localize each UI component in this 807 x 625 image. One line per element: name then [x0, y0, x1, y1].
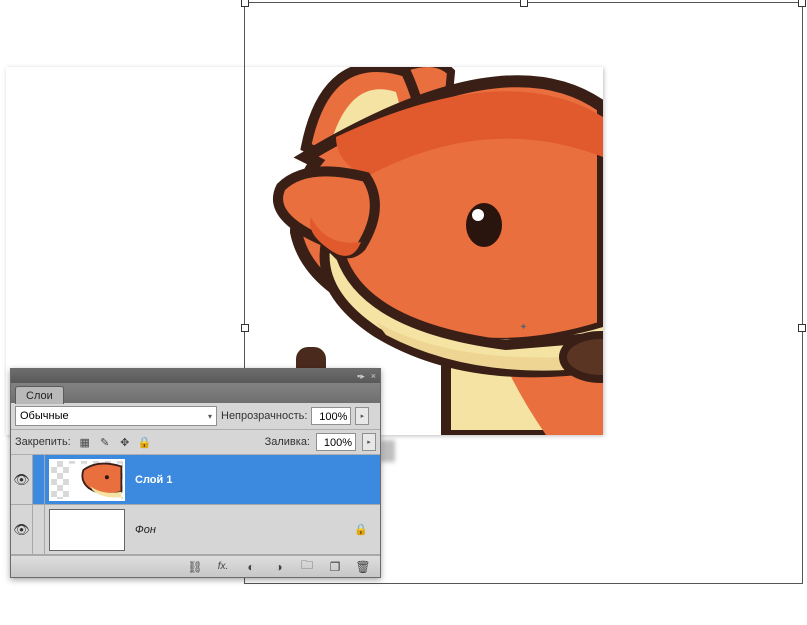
layer-row[interactable]: 👁 Слой 1	[11, 455, 380, 505]
layers-panel: ▪▸ × Слои Обычные ▾ Непрозрачность: ▸ За…	[10, 368, 381, 578]
layers-list: 👁 Слой 1 👁 Фон 🔒	[11, 455, 380, 555]
fill-stepper[interactable]: ▸	[362, 433, 376, 451]
blend-opacity-row: Обычные ▾ Непрозрачность: ▸	[11, 403, 380, 430]
transform-handle-top-right[interactable]	[798, 0, 806, 7]
dropdown-icon: ▾	[208, 412, 212, 421]
panel-menu-icon[interactable]: ▪▸	[357, 371, 365, 382]
panel-drop-shadow	[380, 440, 395, 462]
lock-fill-row: Закрепить: ▦ ✎ ✥ 🔒 Заливка: ▸	[11, 430, 380, 455]
panel-footer: ⛓ fx. ◐ ◑ 🗀 ❐ 🗑	[11, 555, 380, 577]
lock-paint-icon[interactable]: ✎	[97, 434, 113, 450]
adjustment-layer-icon[interactable]: ◑	[270, 559, 288, 575]
layer-visibility-toggle[interactable]: 👁	[11, 455, 33, 504]
transform-handle-top-left[interactable]	[241, 0, 249, 7]
layer-thumbnail[interactable]	[49, 509, 125, 551]
layer-name-label: Слой 1	[129, 474, 172, 486]
fill-input[interactable]	[316, 433, 356, 451]
transform-handle-top-center[interactable]	[520, 0, 528, 7]
layer-link-col[interactable]	[33, 455, 45, 504]
layer-mask-icon[interactable]: ◐	[242, 559, 260, 575]
fill-label: Заливка:	[265, 436, 310, 448]
blend-mode-value: Обычные	[20, 410, 69, 422]
blend-mode-select[interactable]: Обычные ▾	[15, 406, 217, 426]
layer-link-col[interactable]	[33, 505, 45, 554]
transform-handle-middle-right[interactable]	[798, 324, 806, 332]
layer-lock-indicator-icon: 🔒	[354, 523, 368, 536]
layers-tab[interactable]: Слои	[15, 386, 64, 404]
lock-all-icon[interactable]: 🔒	[137, 434, 153, 450]
new-layer-icon[interactable]: ❐	[326, 559, 344, 575]
panel-close-icon[interactable]: ×	[371, 371, 376, 381]
opacity-label: Непрозрачность:	[221, 410, 307, 422]
layer-thumbnail[interactable]	[49, 459, 125, 501]
panel-title-strip: ▪▸ ×	[11, 369, 380, 383]
opacity-input[interactable]	[311, 407, 351, 425]
transform-handle-middle-left[interactable]	[241, 324, 249, 332]
lock-move-icon[interactable]: ✥	[117, 434, 133, 450]
link-layers-icon[interactable]: ⛓	[186, 559, 204, 575]
panel-body: Обычные ▾ Непрозрачность: ▸ Закрепить: ▦…	[11, 403, 380, 577]
layer-row[interactable]: 👁 Фон 🔒	[11, 505, 380, 555]
layer-name-label: Фон	[129, 524, 156, 536]
lock-transparency-icon[interactable]: ▦	[77, 434, 93, 450]
layer-visibility-toggle[interactable]: 👁	[11, 505, 33, 554]
layer-fx-icon[interactable]: fx.	[214, 559, 232, 575]
panel-tab-bar: Слои	[11, 383, 380, 403]
delete-layer-icon[interactable]: 🗑	[354, 559, 372, 575]
layer-group-icon[interactable]: 🗀	[298, 559, 316, 575]
lock-label: Закрепить:	[15, 436, 71, 448]
opacity-stepper[interactable]: ▸	[355, 407, 369, 425]
